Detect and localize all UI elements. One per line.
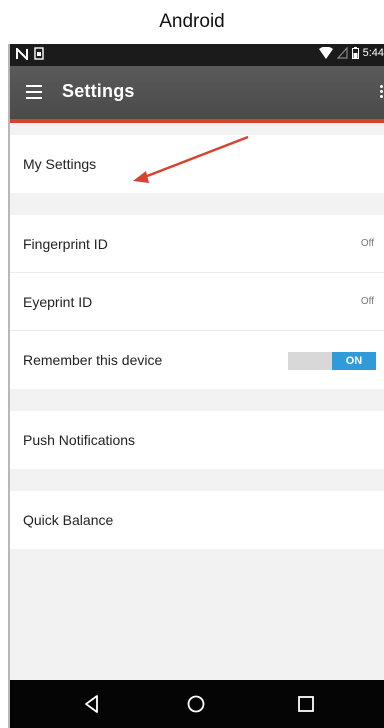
back-icon[interactable] bbox=[80, 692, 104, 716]
no-signal-icon bbox=[336, 47, 348, 59]
home-icon[interactable] bbox=[184, 692, 208, 716]
eyeprint-id-label: Eyeprint ID bbox=[23, 293, 93, 310]
fingerprint-id-item[interactable]: Fingerprint ID Off bbox=[10, 215, 384, 273]
navigation-bar bbox=[10, 680, 384, 728]
push-notifications-label: Push Notifications bbox=[23, 432, 136, 448]
overflow-menu-icon[interactable] bbox=[380, 85, 384, 100]
my-settings-label: My Settings bbox=[23, 156, 97, 172]
remember-device-toggle[interactable]: ON bbox=[288, 352, 376, 370]
status-time: 5:44 bbox=[362, 47, 384, 59]
menu-icon[interactable] bbox=[26, 85, 42, 99]
sim-icon bbox=[34, 47, 44, 60]
wifi-icon bbox=[318, 47, 333, 59]
toggle-on-label: ON bbox=[332, 352, 376, 370]
battery-icon bbox=[351, 47, 359, 59]
settings-list: My Settings Fingerprint ID Off Eyeprint … bbox=[10, 123, 384, 549]
fingerprint-id-value: Off bbox=[360, 238, 374, 249]
my-settings-item[interactable]: My Settings bbox=[10, 135, 384, 193]
phone-screen: 5:44 Settings My Settings Fingerprint ID… bbox=[8, 44, 384, 728]
recents-icon[interactable] bbox=[294, 692, 318, 716]
push-notifications-item[interactable]: Push Notifications bbox=[10, 411, 384, 469]
remember-device-label: Remember this device bbox=[23, 352, 163, 368]
status-bar: 5:44 bbox=[10, 44, 384, 66]
image-caption: Android bbox=[0, 0, 384, 44]
remember-device-item: Remember this device ON bbox=[10, 331, 384, 389]
quick-balance-item[interactable]: Quick Balance bbox=[10, 491, 384, 549]
fingerprint-id-label: Fingerprint ID bbox=[23, 235, 108, 252]
notification-n-icon bbox=[16, 47, 28, 60]
app-bar: Settings bbox=[10, 66, 384, 119]
quick-balance-label: Quick Balance bbox=[23, 512, 114, 528]
app-title: Settings bbox=[62, 81, 135, 101]
eyeprint-id-value: Off bbox=[360, 296, 374, 307]
eyeprint-id-item[interactable]: Eyeprint ID Off bbox=[10, 273, 384, 331]
